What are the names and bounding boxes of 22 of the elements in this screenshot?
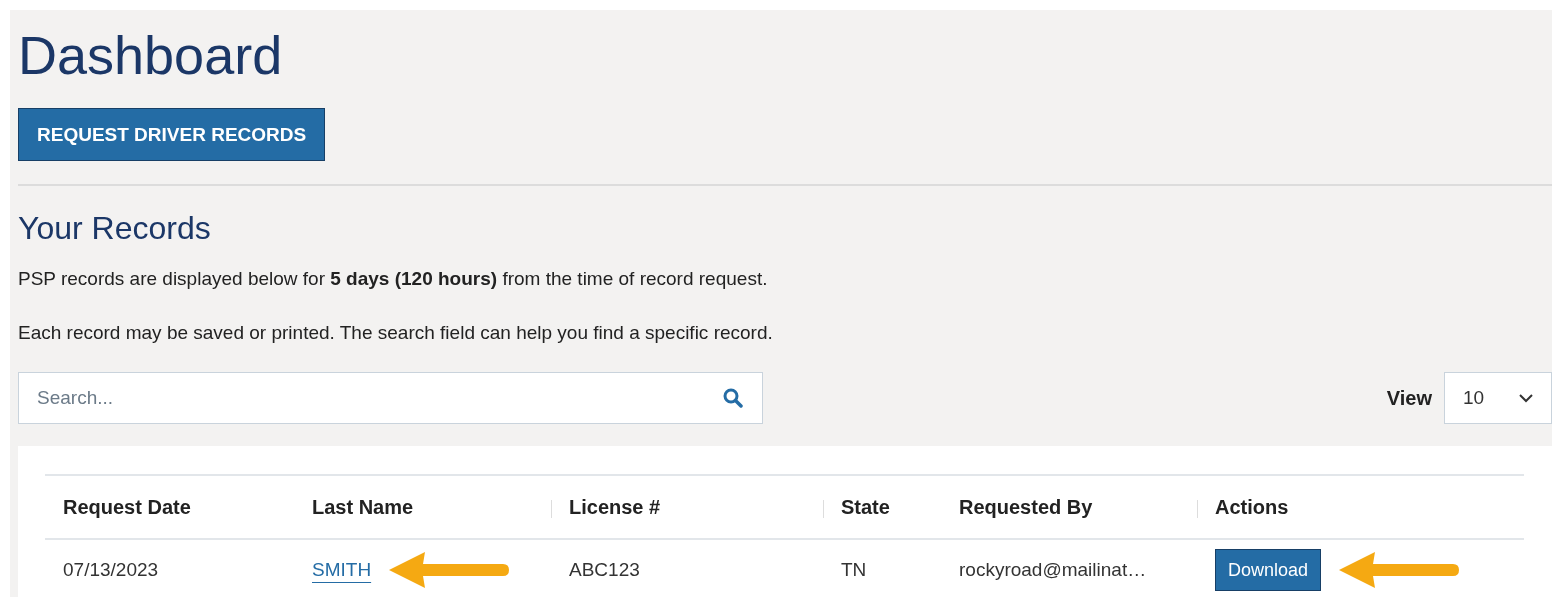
column-header: Last Name [294, 476, 551, 540]
page-title: Dashboard [18, 24, 283, 87]
search-field[interactable]: Search... [18, 372, 763, 424]
column-header: Request Date [45, 476, 294, 540]
column-header: Actions [1197, 476, 1524, 540]
view-label: View [1386, 386, 1432, 410]
table-cell-text: 07/13/2023 [62, 558, 160, 582]
column-header: State [823, 476, 941, 540]
info-text: PSP records are displayed below for 5 days (120 hours) from the time of record request. [18, 267, 768, 291]
table-cell-text: TN [840, 558, 868, 582]
last-name-link[interactable]: SMITH [312, 559, 372, 581]
page-size-select[interactable]: 10 [1444, 372, 1552, 424]
search-icon [723, 388, 743, 408]
column-header: License # [551, 476, 823, 540]
column-header: Requested By [941, 476, 1197, 540]
download-button[interactable]: Download [1215, 549, 1322, 591]
table-cell-text: ABC123 [568, 558, 641, 582]
info-text: Each record may be saved or printed. The search field can help you find a specific record. [18, 321, 773, 345]
request-records-button[interactable]: REQUEST DRIVER RECORDS [18, 108, 326, 161]
table-cell-text: rockyroad@mailinat… [958, 558, 1148, 582]
chevron-down-icon [1519, 393, 1533, 403]
section-title: Your Records [18, 209, 211, 248]
